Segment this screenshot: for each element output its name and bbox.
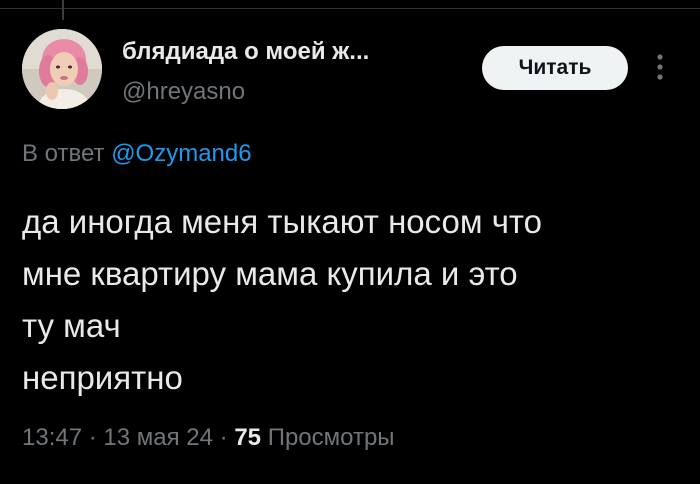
reply-mention-link[interactable]: @Ozymand6	[111, 140, 251, 167]
meta-separator: ·	[219, 424, 228, 451]
views-label: Просмотры	[267, 424, 395, 451]
more-vertical-icon	[657, 54, 663, 80]
reply-prefix: В ответ	[22, 140, 105, 167]
tweet-time[interactable]: 13:47	[22, 424, 82, 451]
reply-context: В ответ @Ozymand6	[22, 140, 252, 168]
tweet-text-line: ту мач	[22, 307, 121, 344]
avatar[interactable]	[22, 29, 102, 109]
thread-connector-line	[62, 0, 64, 20]
follow-button[interactable]: Читать	[482, 46, 628, 90]
tweet-text-line: неприятно	[22, 359, 183, 396]
top-divider	[0, 0, 700, 9]
tweet-text: да иногда меня тыкают носом что мне квар…	[22, 196, 682, 404]
avatar-image	[22, 29, 102, 109]
tweet-text-line: да иногда меня тыкают носом что	[22, 203, 543, 240]
more-button[interactable]	[648, 50, 672, 84]
author-display-name[interactable]: блядиада о моей ж...	[122, 38, 369, 66]
tweet-text-line: мне квартиру мама купила и это	[22, 255, 518, 292]
views-count[interactable]: 75	[234, 424, 261, 451]
author-handle[interactable]: @hreyasno	[122, 78, 245, 106]
meta-separator: ·	[88, 424, 97, 451]
tweet-metadata: 13:47 · 13 мая 24 · 75 Просмотры	[22, 424, 395, 452]
tweet-date[interactable]: 13 мая 24	[103, 424, 213, 451]
